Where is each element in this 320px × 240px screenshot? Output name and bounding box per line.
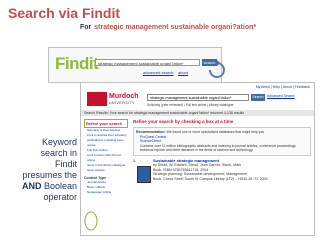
murdoch-logo-icon bbox=[87, 92, 107, 106]
brand-name: Murdoch bbox=[109, 93, 139, 100]
book-cover-icon bbox=[137, 165, 151, 183]
sidebar-item[interactable]: Open Access bbox=[84, 168, 128, 173]
subtitle-query: strategic management sustainable organi?… bbox=[94, 24, 257, 31]
left-description: Keyword search in Findit presumes the AN… bbox=[3, 137, 77, 203]
results-advanced-link[interactable]: Advanced Search bbox=[267, 94, 295, 98]
subtitle-prefix: For bbox=[80, 24, 92, 31]
brand-sub: UNIVERSITY bbox=[109, 101, 136, 105]
findit-advanced-link[interactable]: advanced search bbox=[143, 70, 173, 75]
result-number: 1. bbox=[133, 158, 136, 163]
desc-line-3: Findit bbox=[54, 159, 77, 169]
sidebar-item: Limit to items with full text online bbox=[87, 153, 122, 162]
findit-search-panel: Findit strategic management sustainable … bbox=[48, 47, 222, 83]
desc-line-4: presumes the bbox=[22, 170, 77, 180]
recommendation-box: Recommendation: We found one or more spe… bbox=[133, 127, 311, 156]
desc-line-6: operator bbox=[43, 192, 77, 202]
results-search-button[interactable]: Search bbox=[251, 94, 265, 101]
slide-title: Search via Findit bbox=[8, 5, 121, 21]
result-item[interactable]: 1. Sustainable strategic management by S… bbox=[133, 158, 311, 183]
recommendation-label: Recommendation: bbox=[136, 130, 166, 134]
results-count-bar: Search Results: Your search for strategi… bbox=[81, 110, 314, 116]
desc-line-2: search in bbox=[40, 148, 77, 158]
desc-line-5: AND Boolean bbox=[3, 181, 77, 192]
findit-search-input[interactable]: strategic management sustainable organi?… bbox=[95, 59, 200, 66]
refine-banner: Refine your search by checking a box at … bbox=[133, 119, 234, 124]
findit-about-link[interactable]: about bbox=[178, 70, 188, 75]
content-type-item[interactable]: Newspaper Article bbox=[84, 190, 128, 195]
highlight-ellipse-icon bbox=[84, 211, 98, 231]
refine-title: Refine your search bbox=[84, 119, 128, 128]
slide-subtitle: For strategic management sustainable orga… bbox=[80, 24, 256, 31]
desc-and: AND bbox=[21, 181, 42, 191]
top-links[interactable]: My Items | Help | About | Feedback bbox=[256, 85, 310, 89]
results-main: Refine your search by checking a box at … bbox=[133, 119, 311, 183]
arrow-circle-icon bbox=[209, 60, 225, 78]
findit-logo: Findit bbox=[55, 54, 99, 73]
recommendation-text: We found one or more specialised databas… bbox=[166, 130, 265, 134]
results-search-input[interactable]: strategic management sustainable organi?… bbox=[147, 94, 249, 101]
results-options[interactable]: Scholarly (peer reviewed) | Full text on… bbox=[147, 103, 233, 107]
recommendation-desc: Contains over 11 million bibliographic a… bbox=[140, 143, 297, 153]
refine-sidebar: Refine your search Scholarly & Peer-Revi… bbox=[84, 119, 128, 195]
sidebar-item: publications, including peer-review bbox=[87, 138, 125, 147]
result-availability[interactable]: Book: Check Shelf: South St Campus Libra… bbox=[153, 177, 311, 182]
results-page: My Items | Help | About | Feedback Murdo… bbox=[80, 82, 315, 236]
desc-line-1: Keyword bbox=[41, 137, 77, 147]
desc-boolean: Boolean bbox=[43, 181, 77, 191]
